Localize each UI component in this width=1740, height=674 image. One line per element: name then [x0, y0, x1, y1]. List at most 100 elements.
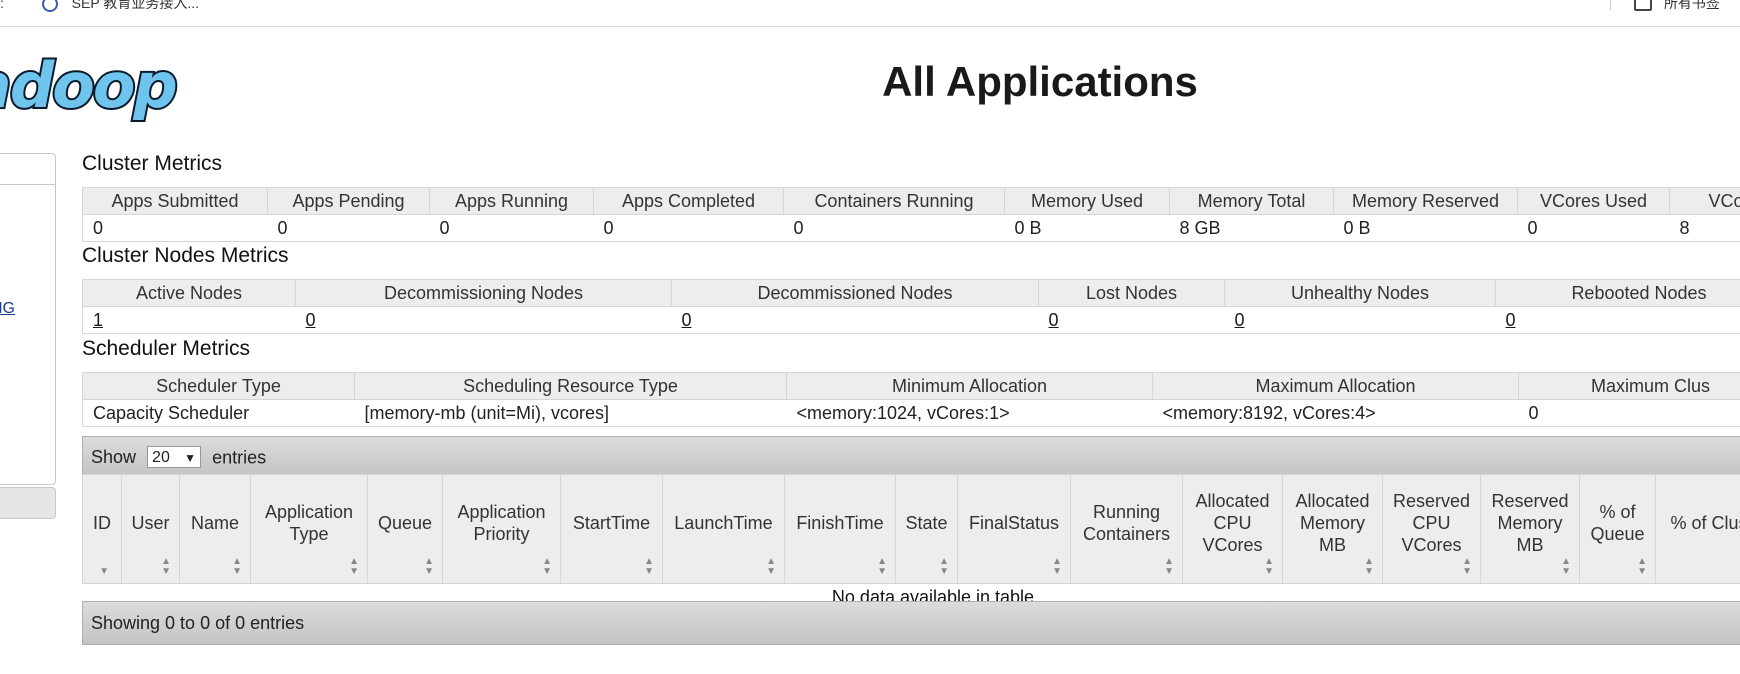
vco-header: VCo — [1669, 187, 1740, 215]
cluster-nodes-table: Active Nodes Decommissioning Nodes Decommi… — [82, 279, 1740, 334]
apps-pending-value: 0 — [267, 214, 430, 242]
column-label: Allocated CPU VCores — [1195, 491, 1270, 555]
column-label: % of Queue — [1590, 502, 1645, 544]
column-header-finishtime[interactable]: FinishTime ▲ ▼ — [784, 474, 896, 584]
column-header-of-cluster[interactable]: % of Cluster▲▼ — [1655, 474, 1740, 584]
show-label: Show — [91, 447, 137, 468]
sort-both-icon: ▲ ▼ — [542, 556, 552, 577]
lost-nodes-link[interactable]: 0 — [1049, 310, 1059, 330]
unhealthy-nodes-value: 0 — [1224, 306, 1496, 334]
column-label: LaunchTime — [674, 513, 773, 533]
apps-running-header: Apps Running — [429, 187, 594, 215]
containers-running-header: Containers Running — [783, 187, 1005, 215]
lost-nodes-value: 0 — [1038, 306, 1225, 334]
active-nodes-header: Active Nodes — [82, 279, 296, 307]
decommissioned-nodes-link[interactable]: 0 — [682, 310, 692, 330]
column-label: StartTime — [572, 513, 651, 533]
apps-completed-value: 0 — [593, 214, 784, 242]
cluster-metrics-value-row: 000000 B8 GB 0 B08 — [82, 214, 1740, 242]
vco-value: 8 — [1669, 214, 1740, 242]
sort-both-icon: ▲ ▼ — [1052, 556, 1062, 577]
column-header-user[interactable]: User ▲ ▼ — [121, 474, 180, 584]
cluster-nodes-value-row: 1 0 0 0 0 0 — [82, 306, 1740, 334]
rebooted-nodes-link[interactable]: 0 — [1506, 310, 1516, 330]
column-header-application-type[interactable]: Application Type ▲ ▼ — [250, 474, 368, 584]
column-label: Name — [190, 513, 239, 533]
rebooted-nodes-value: 0 — [1495, 306, 1740, 334]
memory-reserved-header: Memory Reserved — [1333, 187, 1518, 215]
maximum-allocation-header: Maximum Allocation — [1152, 372, 1519, 400]
memory-total-value: 8 GB — [1169, 214, 1334, 242]
column-header-running-containers[interactable]: Running Containers ▲ ▼ — [1070, 474, 1183, 584]
column-header-finalstatus[interactable]: FinalStatus ▲ ▼ — [957, 474, 1071, 584]
folder-icon — [1634, 0, 1652, 12]
sort-both-icon: ▲ ▼ — [939, 556, 949, 577]
sort-both-icon: ▲ ▼ — [161, 556, 171, 577]
column-header-name[interactable]: Name ▲ ▼ — [179, 474, 251, 584]
maximum-clus-value: 0 — [1518, 399, 1740, 427]
column-header-application-priority[interactable]: Application Priority ▲ ▼ — [442, 474, 561, 584]
minimum-allocation-header: Minimum Allocation — [786, 372, 1153, 400]
column-header-reserved-memory-mb[interactable]: Reserved Memory MB ▲ ▼ — [1480, 474, 1580, 584]
cluster-metrics-header-row: Apps Submitted Apps Pending Apps Running Ap… — [82, 187, 1740, 215]
column-label: Allocated Memory MB — [1295, 491, 1370, 555]
entries-per-page-select[interactable]: 20 ▼ — [147, 446, 202, 469]
left-nav-header — [0, 154, 55, 185]
scheduler-type-value: Capacity Scheduler — [82, 399, 355, 427]
memory-used-value: 0 B — [1004, 214, 1170, 242]
sort-both-icon: ▲ ▼ — [1264, 556, 1274, 577]
column-header-id[interactable]: ID ▼ — [82, 474, 122, 584]
chevron-down-icon: ▼ — [184, 451, 197, 466]
apps-submitted-header: Apps Submitted — [82, 187, 268, 215]
all-bookmarks-label: 所有书签 — [1663, 0, 1720, 11]
active-nodes-value: 1 — [82, 306, 296, 334]
memory-reserved-value: 0 B — [1333, 214, 1518, 242]
decommissioned-nodes-value: 0 — [671, 306, 1039, 334]
column-label: Queue — [377, 513, 433, 533]
datatable-length-bar: Show 20 ▼ entries — [82, 436, 1740, 476]
column-header-reserved-cpu-vcores[interactable]: Reserved CPU VCores ▲ ▼ — [1382, 474, 1481, 584]
active-nodes-link[interactable]: 1 — [93, 310, 103, 330]
maximum-allocation-value: <memory:8192, vCores:4> — [1152, 399, 1519, 427]
memory-used-header: Memory Used — [1004, 187, 1170, 215]
nav-link-running[interactable]: NG — [0, 300, 15, 318]
column-header-starttime[interactable]: StartTime ▲ ▼ — [560, 474, 663, 584]
datatable-info-bar: Showing 0 to 0 of 0 entries — [82, 601, 1740, 645]
unhealthy-nodes-link[interactable]: 0 — [1235, 310, 1245, 330]
column-header-of-queue[interactable]: % of Queue ▲ ▼ — [1579, 474, 1656, 584]
hadoop-logo[interactable]: adoop — [0, 50, 180, 122]
apps-pending-header: Apps Pending — [267, 187, 430, 215]
column-header-launchtime[interactable]: LaunchTime ▲ ▼ — [662, 474, 785, 584]
column-header-queue[interactable]: Queue ▲ ▼ — [367, 474, 443, 584]
applications-table: ID ▼ User ▲ ▼ Name ▲ ▼ Application Type ▲ ▼ Queue ▲ ▼… — [82, 474, 1740, 611]
minimum-allocation-value: <memory:1024, vCores:1> — [786, 399, 1153, 427]
column-label: Application Type — [264, 502, 354, 544]
scheduler-metrics-header-row: Scheduler Type Scheduling Resource Type Mi… — [82, 372, 1740, 400]
memory-total-header: Memory Total — [1169, 187, 1334, 215]
column-label: Running Containers — [1082, 502, 1171, 544]
scheduling-resource-type-value: [memory-mb (unit=Mi), vcores] — [354, 399, 787, 427]
left-nav-tools[interactable] — [0, 487, 56, 519]
apps-completed-header: Apps Completed — [593, 187, 784, 215]
sort-desc-icon: ▼ — [99, 566, 109, 577]
scheduler-type-header: Scheduler Type — [82, 372, 355, 400]
sort-both-icon: ▲ ▼ — [644, 556, 654, 577]
bookmark-prefix: : — [0, 0, 4, 11]
sort-both-icon: ▲ ▼ — [232, 556, 242, 577]
sort-both-icon: ▲ ▼ — [877, 556, 887, 577]
containers-running-value: 0 — [783, 214, 1005, 242]
table-info-text: Showing 0 to 0 of 0 entries — [91, 613, 305, 633]
column-header-state[interactable]: State ▲ ▼ — [895, 474, 958, 584]
cluster-metrics-table: Apps Submitted Apps Pending Apps Running Ap… — [82, 187, 1740, 242]
column-header-allocated-cpu-vcores[interactable]: Allocated CPU VCores ▲ ▼ — [1182, 474, 1283, 584]
sort-both-icon: ▲ ▼ — [1561, 556, 1571, 577]
all-bookmarks-button[interactable]: 所有书签 — [1610, 0, 1720, 13]
decommissioning-nodes-header: Decommissioning Nodes — [295, 279, 672, 307]
apps-submitted-value: 0 — [82, 214, 268, 242]
scheduler-metrics-title: Scheduler Metrics — [82, 337, 251, 360]
column-header-allocated-memory-mb[interactable]: Allocated Memory MB ▲ ▼ — [1282, 474, 1383, 584]
cluster-metrics-title: Cluster Metrics — [82, 152, 223, 175]
bookmark-item-sep[interactable]: : SEP 教育业务接入... — [0, 0, 199, 13]
decommissioning-nodes-link[interactable]: 0 — [306, 310, 316, 330]
cluster-nodes-header-row: Active Nodes Decommissioning Nodes Decommi… — [82, 279, 1740, 307]
